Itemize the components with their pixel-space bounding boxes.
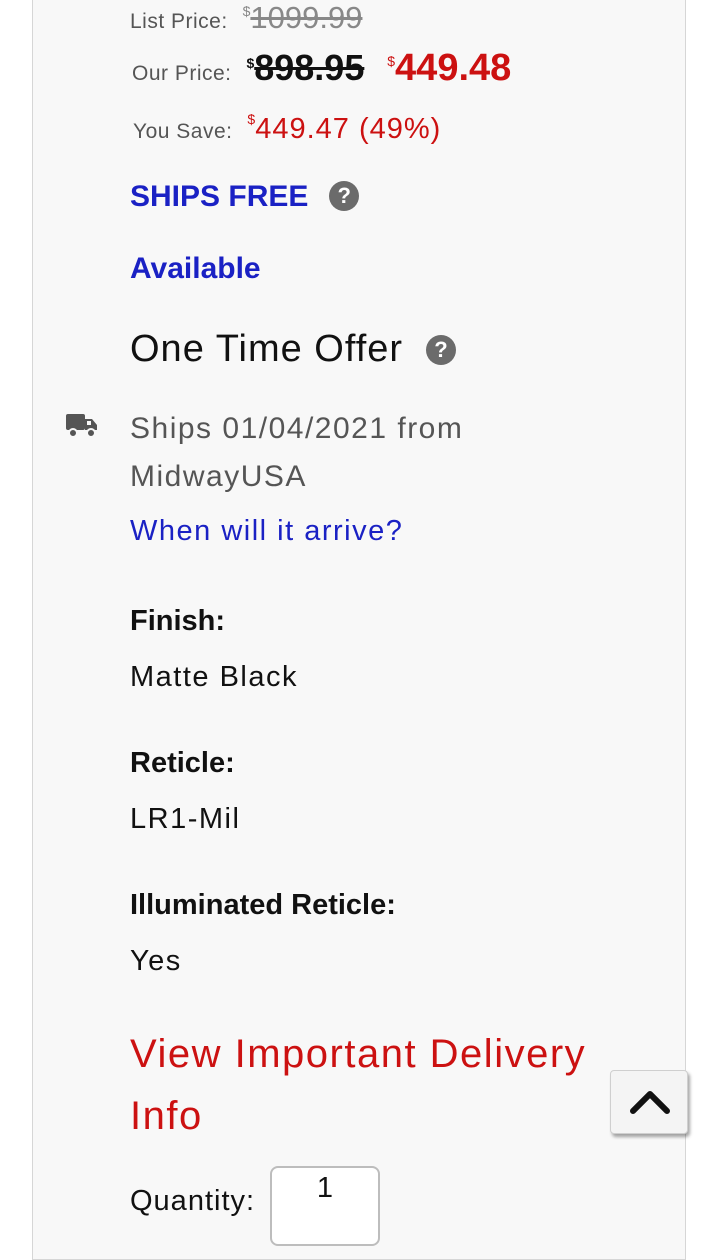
- delivery-info-link[interactable]: View Important Delivery Info: [130, 1023, 586, 1147]
- when-arrive-link[interactable]: When will it arrive?: [130, 515, 403, 548]
- delivery-info-line2: Info: [130, 1094, 203, 1138]
- our-price-label: Our Price:: [132, 62, 232, 85]
- scroll-top-button[interactable]: [610, 1070, 688, 1134]
- illuminated-reticle-label: Illuminated Reticle:: [130, 889, 396, 921]
- offer-title: One Time Offer: [130, 328, 404, 370]
- list-price-value: 1099.99: [250, 0, 363, 35]
- availability-status: Available: [130, 252, 261, 285]
- truck-icon: [66, 412, 98, 440]
- list-price-row: List Price: $1099.99: [130, 0, 362, 36]
- reticle-label: Reticle:: [130, 747, 235, 779]
- ships-from-line: MidwayUSA: [130, 460, 307, 493]
- reticle-value: LR1-Mil: [130, 803, 241, 835]
- ships-free-row: SHIPS FREE ?: [130, 180, 360, 214]
- sale-price-currency: $: [387, 53, 396, 69]
- ships-date-text: Ships 01/04/2021 from MidwayUSA: [130, 405, 463, 501]
- quantity-input[interactable]: [270, 1166, 380, 1246]
- chevron-up-icon: [630, 1091, 670, 1114]
- list-price-label: List Price:: [130, 10, 228, 33]
- illuminated-reticle-value: Yes: [130, 945, 182, 977]
- you-save-value: 449.47 (49%): [255, 113, 442, 145]
- sale-price-value: 449.48: [395, 47, 512, 89]
- ships-free-label: SHIPS FREE: [130, 180, 309, 213]
- you-save-row: You Save: $449.47 (49%): [133, 111, 441, 146]
- question-circle-icon[interactable]: ?: [425, 335, 456, 365]
- ships-date-line: Ships 01/04/2021 from: [130, 412, 464, 445]
- our-price-original: 898.95: [254, 47, 365, 88]
- quantity-label: Quantity:: [130, 1185, 256, 1217]
- finish-label: Finish:: [130, 605, 226, 637]
- delivery-info-line1: View Important Delivery: [130, 1032, 587, 1076]
- question-circle-icon[interactable]: ?: [329, 181, 360, 211]
- finish-value: Matte Black: [130, 661, 298, 693]
- offer-row: One Time Offer ?: [130, 328, 456, 371]
- you-save-label: You Save:: [133, 120, 233, 143]
- our-price-row: Our Price: $898.95 $449.48: [132, 47, 511, 90]
